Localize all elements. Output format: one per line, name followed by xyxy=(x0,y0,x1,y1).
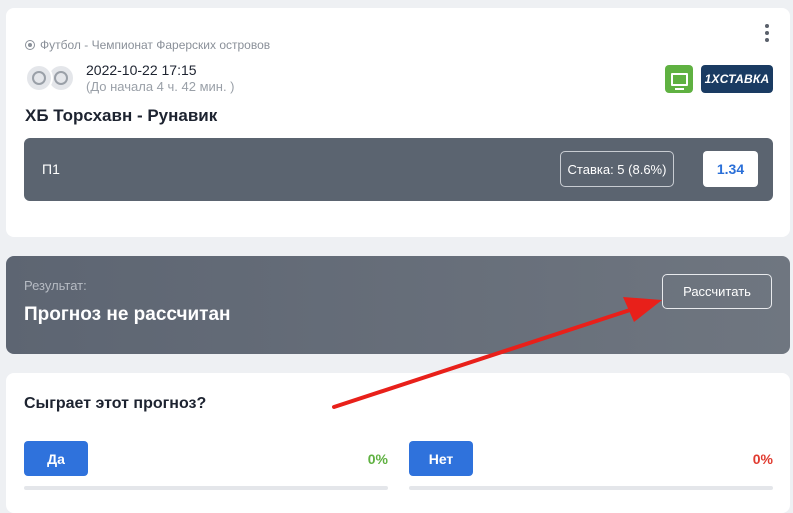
calculate-button[interactable]: Рассчитать xyxy=(662,274,772,309)
bookmaker-logo[interactable]: 1XСТАВКА xyxy=(701,65,773,93)
team-logos xyxy=(25,64,77,94)
vote-yes-bar xyxy=(24,486,388,490)
vote-no-button[interactable]: Нет xyxy=(409,441,473,476)
tv-broadcast-button[interactable] xyxy=(665,65,693,93)
odds-button[interactable]: 1.34 xyxy=(703,151,758,187)
more-menu-icon[interactable] xyxy=(764,24,770,42)
match-datetime: 2022-10-22 17:15 xyxy=(86,62,197,78)
vote-no-bar xyxy=(409,486,773,490)
vote-yes-button[interactable]: Да xyxy=(24,441,88,476)
match-card: Футбол - Чемпионат Фарерских островов 20… xyxy=(6,8,790,237)
vote-no-percent: 0% xyxy=(752,451,773,467)
vote-no: Нет 0% xyxy=(409,441,773,490)
result-status: Прогноз не рассчитан xyxy=(24,304,231,325)
match-title: ХБ Торсхавн - Рунавик xyxy=(25,106,218,125)
league-line: Футбол - Чемпионат Фарерских островов xyxy=(25,38,270,52)
bet-type: П1 xyxy=(42,161,60,177)
vote-yes-percent: 0% xyxy=(367,451,388,467)
poll-question: Сыграет этот прогноз? xyxy=(24,395,207,412)
tv-icon xyxy=(670,72,688,90)
football-icon xyxy=(25,40,35,50)
stake-badge: Ставка: 5 (8.6%) xyxy=(560,151,674,187)
result-card: Результат: Прогноз не рассчитан Рассчита… xyxy=(6,256,790,354)
result-label: Результат: xyxy=(24,278,87,293)
bet-bar: П1 Ставка: 5 (8.6%) 1.34 xyxy=(24,138,773,201)
vote-yes: Да 0% xyxy=(24,441,388,490)
poll-card: Сыграет этот прогноз? Да 0% Нет 0% xyxy=(6,373,790,513)
home-team-logo-icon xyxy=(25,64,53,92)
league-name: Футбол - Чемпионат Фарерских островов xyxy=(40,38,271,52)
match-countdown: (До начала 4 ч. 42 мин. ) xyxy=(86,79,235,94)
